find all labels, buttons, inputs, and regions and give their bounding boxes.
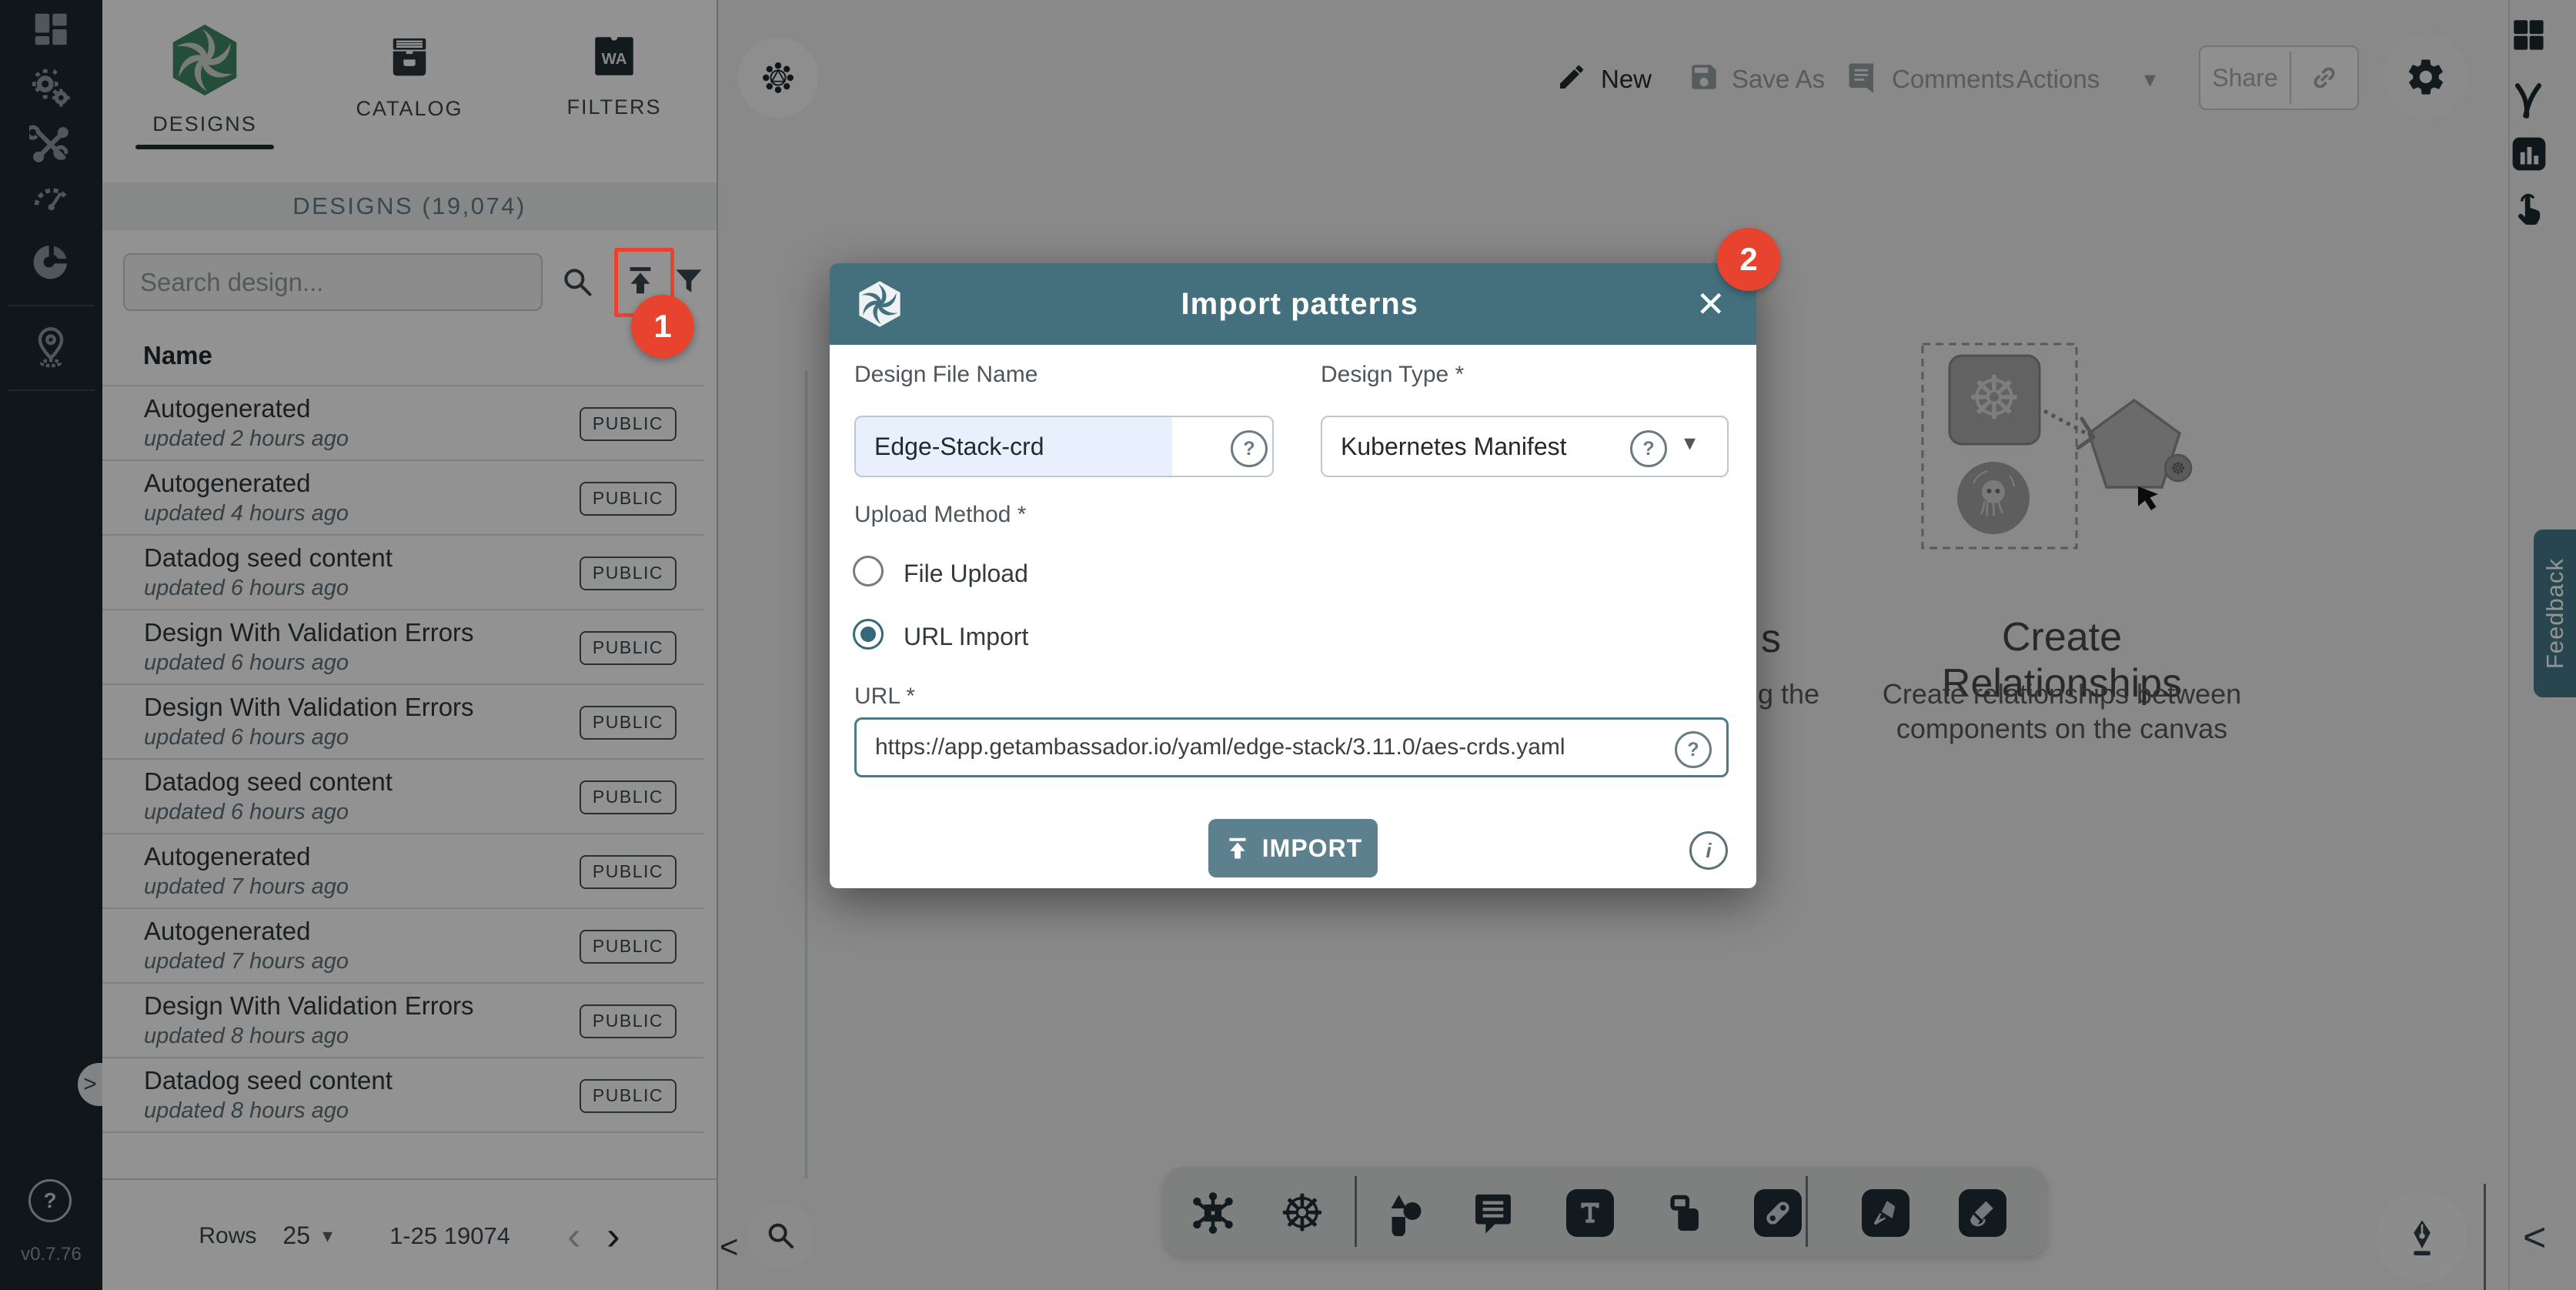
import-button[interactable]: IMPORT	[1208, 819, 1378, 877]
file-upload-radio-label[interactable]: File Upload	[904, 560, 1028, 588]
design-type-select[interactable]: Kubernetes Manifest	[1321, 416, 1729, 477]
close-icon[interactable]: ✕	[1696, 283, 1726, 325]
design-type-help-icon[interactable]: ?	[1630, 430, 1667, 467]
design-type-label: Design Type *	[1321, 362, 1464, 388]
annotation-step2-marker: 2	[1717, 228, 1780, 291]
design-file-name-label: Design File Name	[854, 362, 1037, 388]
design-type-caret-icon[interactable]: ▾	[1684, 429, 1696, 456]
annotation-step1-marker: 1	[631, 295, 694, 358]
design-file-name-help-icon[interactable]: ?	[1231, 430, 1268, 467]
url-help-icon[interactable]: ?	[1675, 731, 1712, 768]
modal-header: Import patterns ✕	[830, 263, 1756, 345]
modal-title: Import patterns	[904, 287, 1696, 322]
upload-method-label: Upload Method *	[854, 502, 1026, 528]
url-input[interactable]	[854, 717, 1729, 777]
import-patterns-modal: Import patterns ✕ Design File Name ? Des…	[830, 263, 1756, 888]
meshery-logo-icon	[856, 279, 904, 329]
info-icon[interactable]: i	[1689, 831, 1728, 870]
url-import-radio[interactable]	[853, 619, 884, 650]
url-label: URL *	[854, 683, 915, 710]
url-import-radio-label[interactable]: URL Import	[904, 623, 1028, 651]
radio-selected-dot	[860, 627, 876, 642]
file-upload-radio[interactable]	[853, 556, 884, 587]
import-upload-icon	[1224, 834, 1251, 862]
design-file-name-input[interactable]	[854, 416, 1274, 477]
meshery-app: New Save As Comments Actions ▾ Share s g…	[0, 0, 2576, 1290]
